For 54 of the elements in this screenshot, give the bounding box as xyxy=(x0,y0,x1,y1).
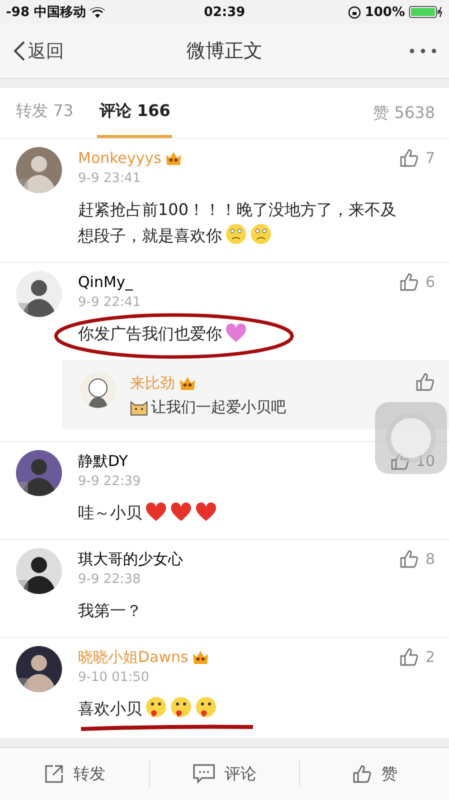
worried-face-icon xyxy=(225,223,247,245)
user-name[interactable]: 静默DY xyxy=(78,452,128,470)
back-icon xyxy=(12,40,26,62)
reply-text: 让我们一起爱小贝吧 xyxy=(151,398,286,417)
like-count: 7 xyxy=(425,149,435,167)
like-icon[interactable] xyxy=(415,372,435,392)
back-button[interactable]: 返回 xyxy=(12,39,102,63)
page-title: 微博正文 xyxy=(186,39,264,64)
kissing-face-icon xyxy=(145,696,167,718)
heart-icon xyxy=(145,502,167,522)
like-count: 6 xyxy=(425,273,435,291)
rotation-lock-icon xyxy=(348,6,361,18)
user-name[interactable]: QinMy_ xyxy=(78,273,133,291)
wifi-icon xyxy=(90,6,106,18)
battery-label: 100% xyxy=(364,4,406,20)
like-icon[interactable] xyxy=(399,647,420,667)
comment-time: 9-9 22:41 xyxy=(78,295,142,310)
worried-face-icon xyxy=(250,223,272,245)
kissing-face-icon xyxy=(170,696,192,718)
heart-icon xyxy=(195,502,217,522)
comment-icon xyxy=(192,764,214,784)
comment-button[interactable]: 评论 xyxy=(150,748,299,800)
heart-icon xyxy=(170,502,192,522)
like-icon[interactable] xyxy=(399,148,420,168)
vip-badge-icon xyxy=(165,150,182,166)
like-icon[interactable] xyxy=(399,272,420,292)
comment-time: 9-9 22:38 xyxy=(78,572,142,587)
share-icon xyxy=(44,764,64,784)
like-icon[interactable] xyxy=(390,451,410,471)
vip-badge-icon xyxy=(192,650,210,664)
clock-label: 02:39 xyxy=(204,4,246,20)
comment-text: 你发广告我们也爱你 xyxy=(78,321,247,347)
cat-face-icon xyxy=(130,400,148,416)
share-button[interactable]: 转发 xyxy=(0,748,149,800)
kissing-face-icon xyxy=(195,696,217,718)
comment-text: 我第一？ xyxy=(78,600,142,622)
comment-text: 喜欢小贝 xyxy=(78,696,217,722)
more-icon[interactable] xyxy=(409,48,437,54)
battery-icon xyxy=(409,6,444,18)
like-button[interactable]: 赞 xyxy=(300,748,449,800)
user-name[interactable]: 琪大哥的少女心 xyxy=(78,550,183,568)
carrier-label: -98 中国移动 xyxy=(6,4,86,21)
like-icon xyxy=(352,764,372,784)
comment-time: 9-10 01:50 xyxy=(78,670,150,685)
like-icon[interactable] xyxy=(399,549,420,569)
comment-text: 赶紧抢占前100！！！晚了没地方了，来不及想段子，就是喜欢你 xyxy=(78,199,398,247)
heart-icon xyxy=(225,323,247,343)
comment-time: 9-9 22:39 xyxy=(78,474,142,489)
like-count: 8 xyxy=(425,550,435,568)
like-count: 2 xyxy=(425,648,435,666)
vip-badge-icon xyxy=(179,376,196,390)
like-count: 10 xyxy=(416,452,435,470)
comment-text: 哇～小贝 xyxy=(78,500,217,526)
comment-time: 9-9 23:41 xyxy=(78,171,142,186)
